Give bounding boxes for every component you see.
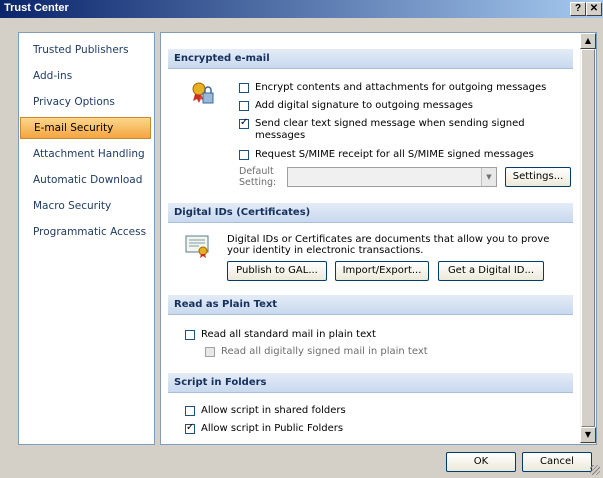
nav-item-automatic-download[interactable]: Automatic Download [20,169,151,191]
send-clear-text-checkbox[interactable] [239,117,249,129]
encrypt-contents-label: Encrypt contents and attachments for out… [255,82,547,93]
default-setting-select[interactable]: ▼ [287,167,497,187]
section-encrypted-email-heading: Encrypted e-mail [168,49,573,69]
encrypt-contents-checkbox[interactable] [239,83,249,93]
window-title: Trust Center [4,2,69,14]
default-setting-label: Default Setting: [239,166,276,188]
nav-item-trusted-publishers[interactable]: Trusted Publishers [20,39,151,61]
content-pane: Encrypted e-mail Encrypt contents and at… [160,32,582,445]
scroll-thumb[interactable] [581,49,595,427]
section-digital-ids-heading: Digital IDs (Certificates) [168,203,573,223]
scroll-up-icon[interactable]: ▲ [580,33,596,49]
help-button[interactable]: ? [570,2,586,16]
nav-item-privacy-options[interactable]: Privacy Options [20,91,151,113]
request-receipt-checkbox[interactable] [239,150,249,160]
content-scrollbar[interactable]: ▲ ▼ [580,32,597,445]
script-shared-folders-label: Allow script in shared folders [201,405,346,416]
nav-item-add-ins[interactable]: Add-ins [20,65,151,87]
publish-to-gal-button[interactable]: Publish to GAL... [227,261,327,281]
certificate-icon [185,233,211,262]
nav-item-email-security[interactable]: E-mail Security [20,117,151,139]
title-bar[interactable]: Trust Center ? ✕ [0,0,603,18]
default-setting-label-line2: Setting: [239,177,277,188]
import-export-button[interactable]: Import/Export... [335,261,429,281]
send-clear-text-label-2: messages [255,130,306,141]
script-shared-folders-checkbox[interactable] [185,406,195,416]
section-plain-text-heading: Read as Plain Text [168,295,573,315]
resize-grip-icon[interactable] [590,465,600,475]
add-signature-checkbox[interactable] [239,101,249,111]
script-public-folders-checkbox[interactable] [185,422,195,434]
nav-item-macro-security[interactable]: Macro Security [20,195,151,217]
section-script-folders-heading: Script in Folders [168,373,573,393]
secure-email-icon [191,81,215,110]
settings-button[interactable]: Settings... [505,167,571,187]
read-plain-text-label: Read all standard mail in plain text [201,329,376,340]
close-button[interactable]: ✕ [586,2,602,16]
read-signed-plain-text-label: Read all digitally signed mail in plain … [221,346,428,357]
send-clear-text-label: Send clear text signed message when send… [255,118,525,129]
chevron-down-icon: ▼ [481,168,496,186]
scroll-down-icon[interactable]: ▼ [580,427,596,443]
request-receipt-label: Request S/MIME receipt for all S/MIME si… [255,149,534,160]
trust-center-dialog: Trust Center ? ✕ Trusted Publishers Add-… [0,0,603,478]
add-signature-label: Add digital signature to outgoing messag… [255,100,473,111]
cancel-button[interactable]: Cancel [522,452,592,472]
ok-button[interactable]: OK [446,452,516,472]
script-public-folders-label: Allow script in Public Folders [201,423,344,434]
nav-item-programmatic-access[interactable]: Programmatic Access [20,221,151,243]
digital-ids-description-line1: Digital IDs or Certificates are document… [227,234,550,245]
nav-list: Trusted Publishers Add-ins Privacy Optio… [18,32,155,445]
digital-ids-description: Digital IDs or Certificates are document… [227,234,549,256]
read-signed-plain-text-checkbox[interactable] [205,347,215,357]
read-plain-text-checkbox[interactable] [185,330,195,340]
digital-ids-description-line2: your identity in electronic transactions… [227,245,424,256]
get-digital-id-button[interactable]: Get a Digital ID... [438,261,544,281]
nav-item-attachment-handling[interactable]: Attachment Handling [20,143,151,165]
default-setting-label-line1: Default [239,166,274,177]
